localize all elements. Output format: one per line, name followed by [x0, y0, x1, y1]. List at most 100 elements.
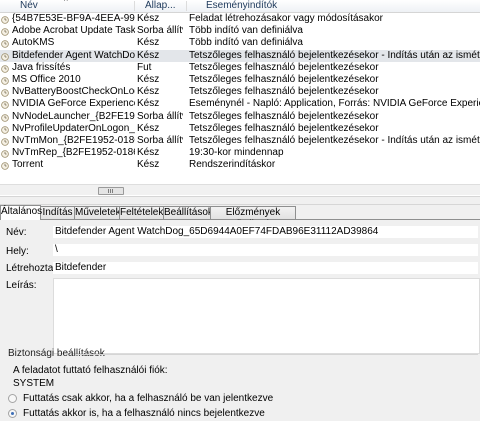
task-row[interactable]: Adobe Acrobat Update TaskSorba állítva Tö…	[0, 25, 480, 37]
task-status: Kész	[137, 147, 160, 159]
task-status: Sorba állítva	[137, 25, 183, 37]
scrollbar-thumb[interactable]	[98, 187, 124, 195]
task-name: NvProfileUpdaterOnLogon_{B...	[12, 122, 135, 134]
column-divider[interactable]	[186, 1, 187, 11]
author-field[interactable]: Bitdefender	[53, 262, 478, 274]
task-status: Kész	[137, 159, 160, 171]
task-trigger: Tetszőleges felhasználó bejelentkezéseko…	[189, 86, 379, 98]
radio-label: Futtatás akkor is, ha a felhasználó ninc…	[23, 408, 265, 419]
tab-triggers[interactable]: Indítás	[40, 206, 75, 219]
task-scheduler-window: ^ Név Állap... Eseményindítók {54B7E53E-…	[0, 0, 480, 421]
task-name: AutoKMS	[12, 37, 55, 49]
task-trigger: Több indító van definiálva	[189, 37, 303, 49]
task-row[interactable]: NvBatteryBoostCheckOnLogon_...Kész Tetsző…	[0, 86, 480, 98]
column-header-name[interactable]: Név	[20, 0, 130, 12]
name-label: Név:	[6, 227, 27, 238]
section-divider	[76, 354, 478, 355]
author-label: Létrehozta:	[6, 263, 57, 274]
task-trigger: Tetszőleges felhasználó bejelentkezéseko…	[189, 49, 480, 61]
task-row[interactable]: NvNodeLauncher_{B2FE1952-0...Sorba állít…	[0, 111, 480, 123]
task-status: Kész	[137, 73, 160, 85]
column-header-triggers[interactable]: Eseményindítók	[206, 0, 406, 12]
task-status: Kész	[137, 13, 160, 24]
task-row[interactable]: NvTmMon_{B2FE1952-0186-46...Sorba állítv…	[0, 135, 480, 147]
tab-settings[interactable]: Beállítások	[163, 206, 213, 219]
task-status: Kész	[137, 49, 160, 61]
task-row[interactable]: NvTmRep_{B2FE1952-0186-46...Kész 19:30-ko…	[0, 147, 480, 159]
task-name: NVIDIA GeForce Experience Sel...	[12, 98, 135, 110]
task-clock-icon	[1, 113, 9, 122]
task-name: Java frissítés	[12, 61, 71, 73]
task-clock-icon	[1, 52, 9, 61]
task-trigger: Feladat létrehozásakor vagy módosításako…	[189, 13, 383, 24]
task-row[interactable]: MS Office 2010 Kész Tetszőleges felhasznál…	[0, 74, 480, 86]
task-name: {54B7E53E-BF9A-4EEA-99EB-8...	[12, 13, 135, 24]
task-clock-icon	[1, 100, 9, 110]
tab-general[interactable]: Általános	[0, 205, 42, 220]
radio-button-selected[interactable]	[8, 409, 17, 418]
task-status: Kész	[137, 122, 160, 134]
task-name: Adobe Acrobat Update Task	[12, 25, 135, 37]
task-clock-icon	[1, 88, 9, 97]
column-header-status[interactable]: Állap...	[145, 0, 185, 12]
task-name: NvTmMon_{B2FE1952-0186-46...	[12, 134, 135, 146]
task-rows: {54B7E53E-BF9A-4EEA-99EB-8...KészFeladat…	[0, 13, 480, 171]
task-clock-icon	[1, 161, 9, 171]
task-status: Kész	[137, 98, 160, 110]
pane-splitter[interactable]	[0, 196, 480, 205]
detail-tabs: Általános Indítás Műveletek Feltételek B…	[0, 205, 480, 230]
task-name: Torrent	[12, 159, 44, 171]
task-list[interactable]: ^ Név Állap... Eseményindítók {54B7E53E-…	[0, 0, 480, 185]
task-row[interactable]: NVIDIA GeForce Experience Sel...Kész Esem…	[0, 98, 480, 110]
task-status: Kész	[137, 37, 160, 49]
task-row[interactable]: Java frissítés Fut Tetszőleges felhasználó…	[0, 62, 480, 74]
task-clock-icon	[1, 15, 9, 24]
task-clock-icon	[1, 27, 9, 36]
task-trigger: Több indító van definiálva	[189, 25, 303, 37]
horizontal-scrollbar[interactable]	[0, 184, 480, 195]
task-clock-icon	[1, 137, 9, 146]
user-account-value: SYSTEM	[13, 378, 55, 389]
task-trigger: Eseménynél - Napló: Application, Forrás:…	[189, 98, 480, 110]
column-divider[interactable]	[134, 1, 135, 11]
task-name: Bitdefender Agent WatchDog_...	[12, 49, 135, 61]
task-clock-icon	[1, 76, 9, 85]
task-row[interactable]: {54B7E53E-BF9A-4EEA-99EB-8...Kész Feladat…	[0, 13, 480, 25]
task-name: MS Office 2010	[12, 73, 81, 85]
task-row[interactable]: Torrent Kész Rendszerindításkor	[0, 159, 480, 171]
user-account-label: A feladatot futtató felhasználói fiók:	[13, 365, 168, 376]
tab-history[interactable]: Előzmények (letiltva)	[210, 206, 296, 230]
task-name: NvTmRep_{B2FE1952-0186-46...	[12, 147, 135, 159]
task-clock-icon	[1, 64, 9, 73]
task-trigger: Tetszőleges felhasználó bejelentkezéseko…	[189, 134, 480, 146]
task-clock-icon	[1, 149, 9, 158]
name-field[interactable]: Bitdefender Agent WatchDog_65D6944A0EF74…	[53, 226, 478, 238]
task-trigger: Rendszerindításkor	[189, 159, 276, 171]
task-trigger: 19:30-kor mindennap	[189, 147, 284, 159]
task-name: NvBatteryBoostCheckOnLogon_...	[12, 86, 135, 98]
task-status: Fut	[137, 61, 152, 73]
list-header: ^ Név Állap... Eseményindítók	[0, 0, 480, 13]
general-tab-panel: Név: Bitdefender Agent WatchDog_65D6944A…	[0, 220, 480, 421]
description-field[interactable]	[53, 278, 480, 354]
task-row[interactable]: Bitdefender Agent WatchDog_...Kész Tetsző…	[0, 49, 480, 62]
task-trigger: Tetszőleges felhasználó bejelentkezéseko…	[189, 110, 379, 122]
task-trigger: Tetszőleges felhasználó bejelentkezéseko…	[189, 73, 379, 85]
tab-conditions[interactable]: Feltételek	[119, 206, 164, 219]
tab-actions[interactable]: Műveletek	[74, 206, 121, 219]
task-status: Sorba állítva	[137, 110, 183, 122]
location-label: Hely:	[6, 246, 29, 257]
task-status: Sorba állítva	[137, 134, 183, 146]
radio-button[interactable]	[8, 394, 17, 403]
task-status: Kész	[137, 86, 160, 98]
task-trigger: Tetszőleges felhasználó bejelentkezéseko…	[189, 122, 379, 134]
location-field[interactable]: \	[53, 244, 478, 256]
radio-label: Futtatás csak akkor, ha a felhasználó be…	[23, 393, 274, 404]
task-name: NvNodeLauncher_{B2FE1952-0...	[12, 110, 135, 122]
task-trigger: Tetszőleges felhasználó bejelentkezéseko…	[189, 61, 379, 73]
task-clock-icon	[1, 39, 9, 49]
task-row[interactable]: AutoKMS Kész Több indító van definiálva	[0, 37, 480, 49]
task-row[interactable]: NvProfileUpdaterOnLogon_{B...Kész Tetszől…	[0, 123, 480, 135]
task-clock-icon	[1, 125, 9, 134]
description-label: Leírás:	[6, 280, 37, 291]
